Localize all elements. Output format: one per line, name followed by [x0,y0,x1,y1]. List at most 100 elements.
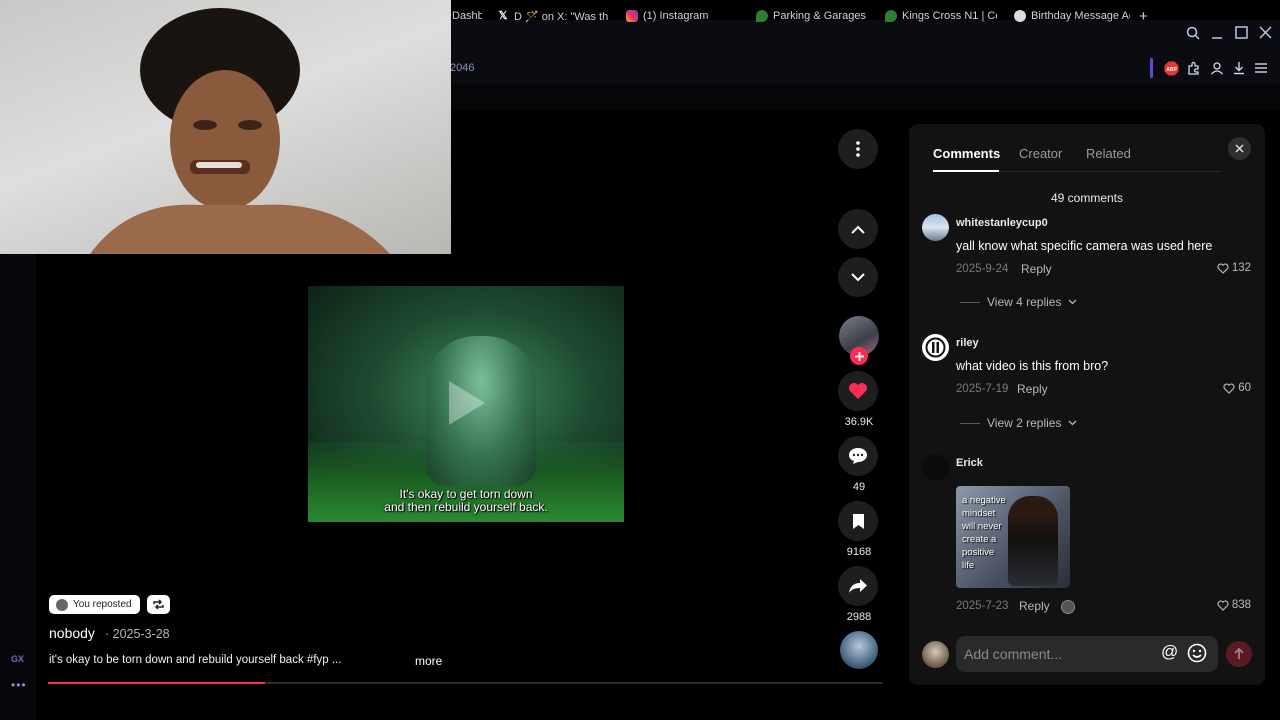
chevron-down-icon [1069,299,1077,305]
search-icon[interactable] [1186,26,1200,43]
webcam-overlay [0,0,451,254]
play-icon[interactable] [449,381,485,425]
view-replies-button[interactable]: View 2 replies [960,416,1077,430]
video-progress-fill [48,682,266,684]
tab-instagram[interactable]: (1) Instagram [626,6,736,26]
chatgpt-icon [1014,10,1026,22]
adblock-icon[interactable]: ABP [1163,60,1179,76]
avatar[interactable] [922,334,949,361]
heart-outline-icon [1217,262,1229,274]
comments-panel: Comments Creator Related 49 comments whi… [909,124,1265,685]
reposted-badge[interactable]: You reposted [49,595,140,614]
toolbar-separator [1150,58,1153,78]
tab-label: Birthday Message Ac [1031,10,1130,22]
bookmark-icon [852,513,864,529]
map-pin-icon [756,10,768,22]
video-options-button[interactable] [838,129,878,169]
tab-related[interactable]: Related [1086,146,1131,161]
chevron-down-icon [1069,420,1077,426]
mention-icon[interactable]: @ [1161,642,1178,662]
heart-outline-icon [1217,599,1229,611]
avatar[interactable] [922,214,949,241]
share-button[interactable] [838,566,878,606]
comment-username[interactable]: Erick [956,457,983,469]
comment-image-figure [1008,496,1058,586]
caption-more-link[interactable]: more [415,654,442,668]
previous-video-button[interactable] [838,209,878,249]
comment-like-button[interactable]: 132 [1217,262,1251,274]
post-comment-button[interactable] [1226,641,1252,667]
webcam-person-image [90,8,390,254]
extensions-icon[interactable] [1186,60,1202,76]
tab-dashboard[interactable]: Dashb [452,6,482,26]
menu-icon[interactable] [1253,60,1269,76]
video-progress-bar[interactable] [48,682,883,684]
comment-text: what video is this from bro? [956,359,1109,373]
tab-label: Dashb [452,10,482,22]
next-video-button[interactable] [838,257,878,297]
maximize-icon[interactable] [1235,26,1248,42]
post-author[interactable]: nobody [49,625,95,641]
post-caption: it's okay to be torn down and rebuild yo… [49,654,342,666]
close-window-icon[interactable] [1259,26,1272,42]
new-tab-button[interactable]: + [1139,6,1148,26]
current-user-avatar [922,641,949,668]
video-subtitle-line2: and then rebuild yourself back. [384,500,548,514]
video-subtitle-line1: It's okay to get torn down [399,487,533,501]
follow-button[interactable] [850,347,868,365]
tab-label: Parking & Garages 1 [773,10,869,22]
comment-input[interactable] [956,636,1218,672]
comment-icon [849,448,867,464]
profile-icon[interactable] [1209,60,1225,76]
sound-avatar[interactable] [840,631,878,669]
repost-label: You reposted [73,599,132,610]
instagram-icon [626,10,638,22]
comment-date: 2025-7-23 [956,600,1009,612]
active-tab-indicator [933,170,999,172]
reply-button[interactable]: Reply [1017,382,1048,396]
save-button[interactable] [838,501,878,541]
tab-creator[interactable]: Creator [1019,146,1062,161]
gx-corner-icon[interactable]: GX [11,654,24,664]
more-vertical-icon [856,141,860,157]
comment-like-button[interactable]: 838 [1217,599,1251,611]
close-panel-button[interactable] [1228,137,1251,160]
map-pin-icon [885,10,897,22]
arrow-up-icon [1234,648,1244,659]
tab-birthday-message[interactable]: Birthday Message Ac [1014,6,1130,26]
repost-button[interactable] [147,595,170,614]
sidebar-more-icon[interactable]: ••• [11,678,27,692]
divider [960,301,980,303]
comment-username[interactable]: riley [956,337,979,349]
download-icon[interactable] [1231,60,1247,76]
reply-button[interactable]: Reply [1021,262,1052,276]
tab-label: D 🪄 on X: "Was this [514,10,609,23]
reply-button[interactable]: Reply [1019,599,1050,613]
avatar[interactable] [922,454,949,481]
comment-image[interactable]: a negative mindset will never create a p… [956,486,1070,588]
tab-comments[interactable]: Comments [933,146,1000,161]
comment-like-count: 60 [1238,382,1251,394]
comment-input-bar: @ [922,636,1262,672]
minimize-icon[interactable] [1211,26,1223,43]
share-count: 2988 [846,611,872,623]
comment-text: yall know what specific camera was used … [956,239,1213,253]
comment-username[interactable]: whitestanleycup0 [956,217,1048,229]
emoji-icon[interactable] [1187,643,1207,668]
comment-like-count: 838 [1231,599,1251,611]
like-count: 36.9K [844,416,874,428]
view-replies-button[interactable]: View 4 replies [960,295,1077,309]
heart-icon [849,383,867,399]
video-player[interactable]: It's okay to get torn down and then rebu… [308,286,624,522]
like-button[interactable] [838,371,878,411]
tab-x-post[interactable]: 𝕏 D 🪄 on X: "Was this [497,6,609,26]
comments-button[interactable] [838,436,878,476]
plus-icon [854,351,864,361]
close-icon [1235,144,1244,153]
share-icon [849,579,867,593]
comment-like-button[interactable]: 60 [1223,382,1251,394]
tab-kings-cross[interactable]: Kings Cross N1 | Co [885,6,997,26]
tab-label: Kings Cross N1 | Co [902,10,997,22]
url-text[interactable]: 2046 [450,62,474,74]
tab-parking[interactable]: Parking & Garages 1 [756,6,869,26]
